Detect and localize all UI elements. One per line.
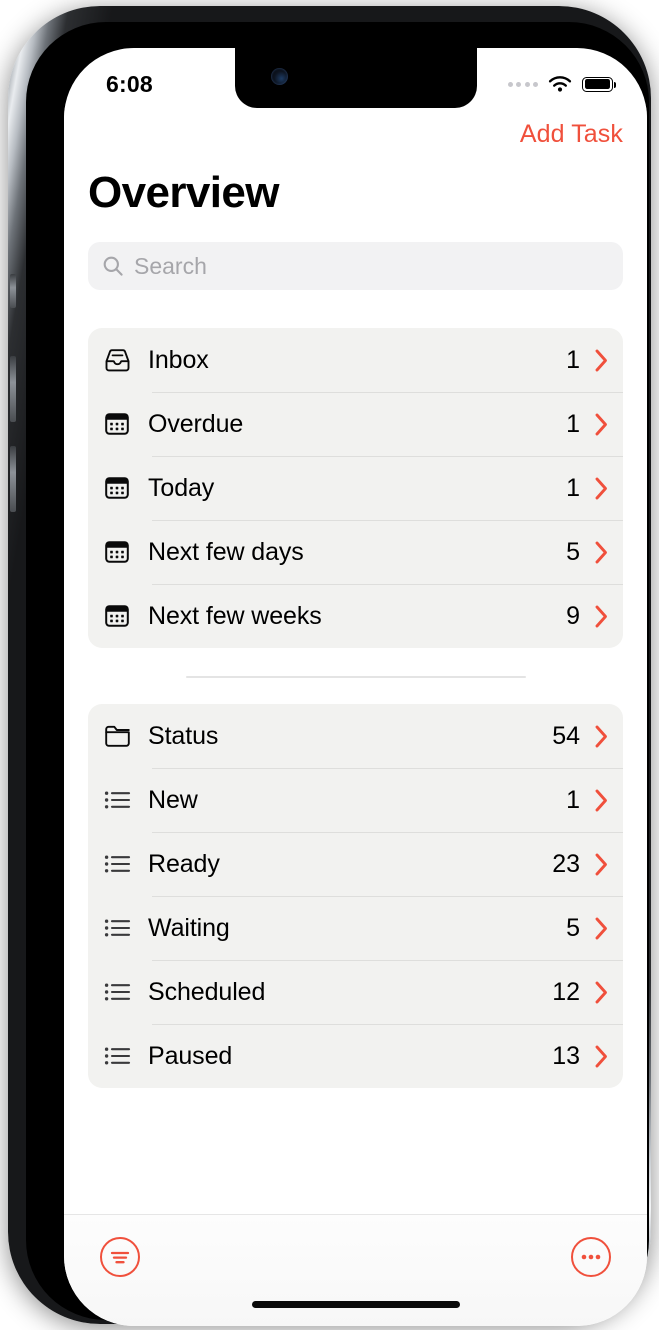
phone-frame: 6:08 Add Task Overview Search Inbox 1 Ov… [8,6,651,1326]
ellipsis-circle-icon [581,1254,601,1260]
filter-lines-circle-icon [110,1251,130,1264]
list-item-label: Ready [148,849,220,878]
list-item[interactable]: Overdue 1 [88,392,623,456]
section-divider [185,676,526,678]
list-item[interactable]: Next few days 5 [88,520,623,584]
more-options-button[interactable] [571,1237,611,1277]
front-camera-icon [270,68,288,85]
list-bullet-icon [104,853,138,875]
inbox-tray-icon [104,348,138,373]
list-bullet-icon [104,1045,138,1067]
navigation-bar: Add Task [64,106,647,162]
list-item-label: Next few weeks [148,601,322,630]
list-item[interactable]: Waiting 5 [88,896,623,960]
list-item-count: 1 [566,473,580,502]
date-group-list: Inbox 1 Overdue 1 Today 1 Next few days … [88,328,623,648]
display-notch [234,48,477,108]
page-title: Overview [88,168,279,217]
signal-dots-icon [507,81,538,87]
silent-switch-button[interactable] [10,274,16,308]
chevron-right-icon [595,981,607,1003]
chevron-right-icon [595,605,607,627]
status-time: 6:08 [106,70,153,97]
list-item-count: 1 [566,345,580,374]
chevron-right-icon [595,725,607,747]
chevron-right-icon [595,349,607,371]
battery-full-icon [582,76,616,92]
main-content: Add Task Overview Search Inbox 1 Overdue… [64,106,647,1214]
wifi-icon [548,75,572,92]
chevron-right-icon [595,541,607,563]
search-icon [103,256,123,276]
chevron-right-icon [595,1045,607,1067]
calendar-icon [104,603,138,629]
filter-button[interactable] [100,1237,140,1277]
search-bar[interactable] [88,242,623,290]
status-group-list: Status 54 New 1 Ready 23 Waiting 5 Sched… [88,704,623,1088]
volume-up-button[interactable] [10,356,16,422]
list-item[interactable]: Scheduled 12 [88,960,623,1024]
list-item-count: 9 [566,601,580,630]
chevron-right-icon [595,853,607,875]
add-task-button[interactable]: Add Task [520,120,623,149]
list-item-label: Overdue [148,409,244,438]
search-input[interactable] [134,252,609,280]
calendar-icon [104,411,138,437]
list-item-label: Today [148,473,215,502]
list-item-count: 23 [552,849,580,878]
list-item-label: Waiting [148,913,230,942]
list-item[interactable]: Next few weeks 9 [88,584,623,648]
list-item-count: 54 [552,721,580,750]
list-item-count: 5 [566,537,580,566]
calendar-icon [104,475,138,501]
chevron-right-icon [595,477,607,499]
list-bullet-icon [104,917,138,939]
phone-bezel: 6:08 Add Task Overview Search Inbox 1 Ov… [26,22,649,1326]
bottom-toolbar [64,1214,647,1326]
list-item-label: Scheduled [148,977,266,1006]
list-item-count: 12 [552,977,580,1006]
home-indicator[interactable] [251,1301,460,1308]
volume-down-button[interactable] [10,446,16,512]
list-item[interactable]: Status 54 [88,704,623,768]
chevron-right-icon [595,917,607,939]
folder-icon [104,724,138,748]
list-item[interactable]: Inbox 1 [88,328,623,392]
list-bullet-icon [104,789,138,811]
list-item-label: New [148,785,198,814]
status-indicators [507,75,616,94]
list-item-count: 1 [566,409,580,438]
list-item-label: Next few days [148,537,304,566]
chevron-right-icon [595,413,607,435]
list-item-count: 1 [566,785,580,814]
list-item[interactable]: Ready 23 [88,832,623,896]
phone-screen: 6:08 Add Task Overview Search Inbox 1 Ov… [64,48,647,1326]
list-item[interactable]: Paused 13 [88,1024,623,1088]
list-item[interactable]: New 1 [88,768,623,832]
list-item-count: 5 [566,913,580,942]
list-item-label: Status [148,721,219,750]
list-item-label: Inbox [148,345,209,374]
list-item[interactable]: Today 1 [88,456,623,520]
calendar-icon [104,539,138,565]
chevron-right-icon [595,789,607,811]
list-item-count: 13 [552,1041,580,1070]
list-bullet-icon [104,981,138,1003]
list-item-label: Paused [148,1041,233,1070]
